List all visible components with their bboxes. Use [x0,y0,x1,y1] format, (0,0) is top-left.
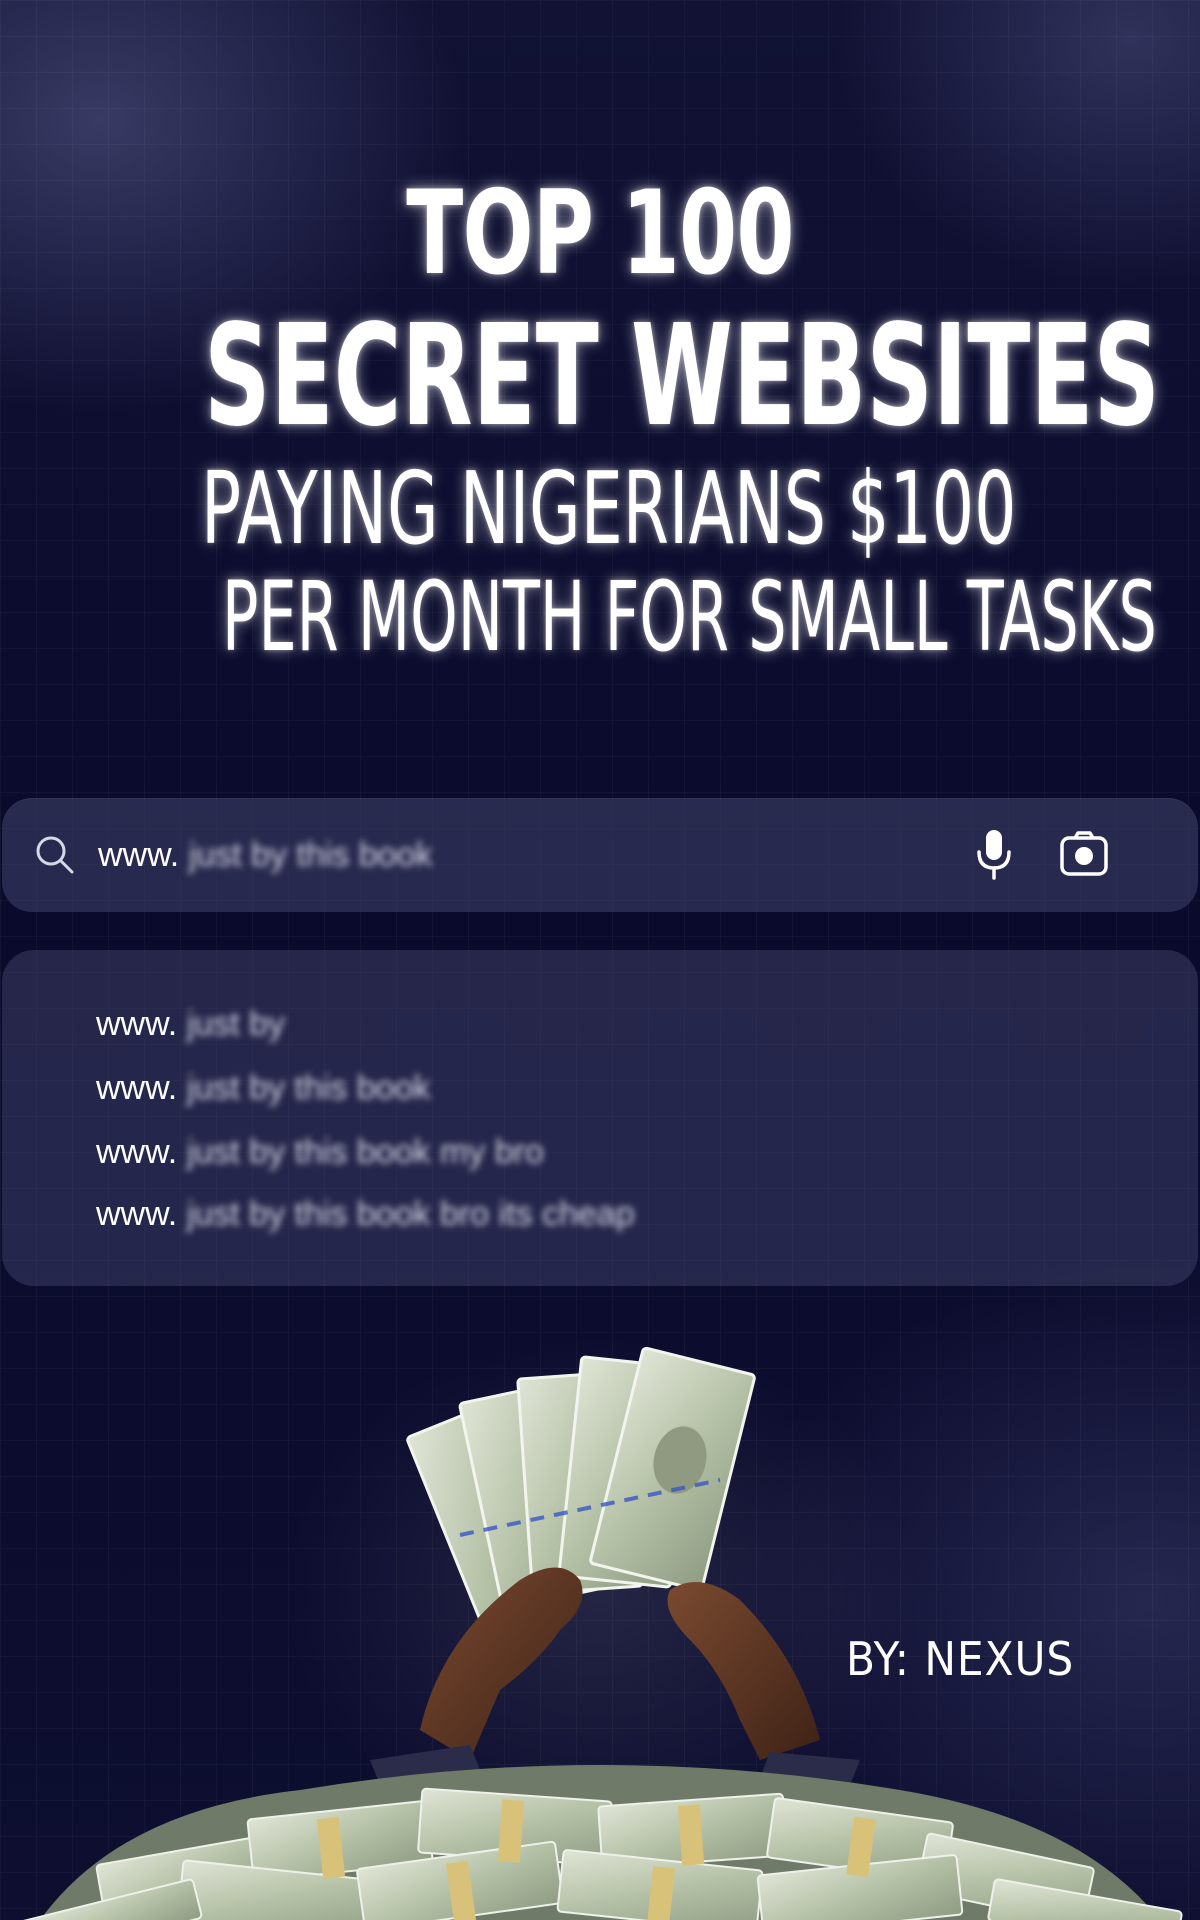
search-prefix: www. [98,836,180,874]
search-bar[interactable]: www. just by this book [2,798,1198,912]
suggestion-item[interactable]: www. just by this book [96,1064,430,1112]
headline-line-3: PAYING NIGERIANS $100 [201,450,1017,567]
headline: TOP 100 SECRET WEBSITES PAYING NIGERIANS… [0,166,1200,673]
suggestion-prefix: www. [96,1133,178,1171]
suggestion-blurred-text: just by [186,1005,285,1043]
headline-line-4: PER MONTH FOR SMALL TASKS [222,561,1157,673]
search-input[interactable]: www. just by this book [98,832,432,878]
book-cover: TOP 100 SECRET WEBSITES PAYING NIGERIANS… [0,0,1200,1920]
headline-line-2: SECRET WEBSITES [203,295,1161,458]
mic-icon[interactable] [970,828,1018,880]
headline-line-1: TOP 100 [406,166,794,301]
money-illustration [17,1340,1183,1920]
suggestion-item[interactable]: www. just by this book bro its cheap [96,1190,635,1238]
suggestion-blurred-text: just by this book bro its cheap [186,1195,635,1233]
suggestion-item[interactable]: www. just by this book my bro [96,1128,544,1176]
suggestion-prefix: www. [96,1005,178,1043]
suggestion-blurred-text: just by this book [186,1069,431,1107]
search-blurred-text: just by this book [188,836,433,874]
camera-icon[interactable] [1058,828,1110,880]
author-byline: BY: NEXUS [846,1632,1075,1686]
suggestion-blurred-text: just by this book my bro [186,1133,544,1171]
search-icon [36,836,74,874]
search-suggestions: www. just by www. just by this book www.… [2,950,1198,1286]
suggestion-prefix: www. [96,1069,178,1107]
suggestion-prefix: www. [96,1195,178,1233]
money-pile [17,1765,1183,1920]
suggestion-item[interactable]: www. just by [96,1000,285,1048]
